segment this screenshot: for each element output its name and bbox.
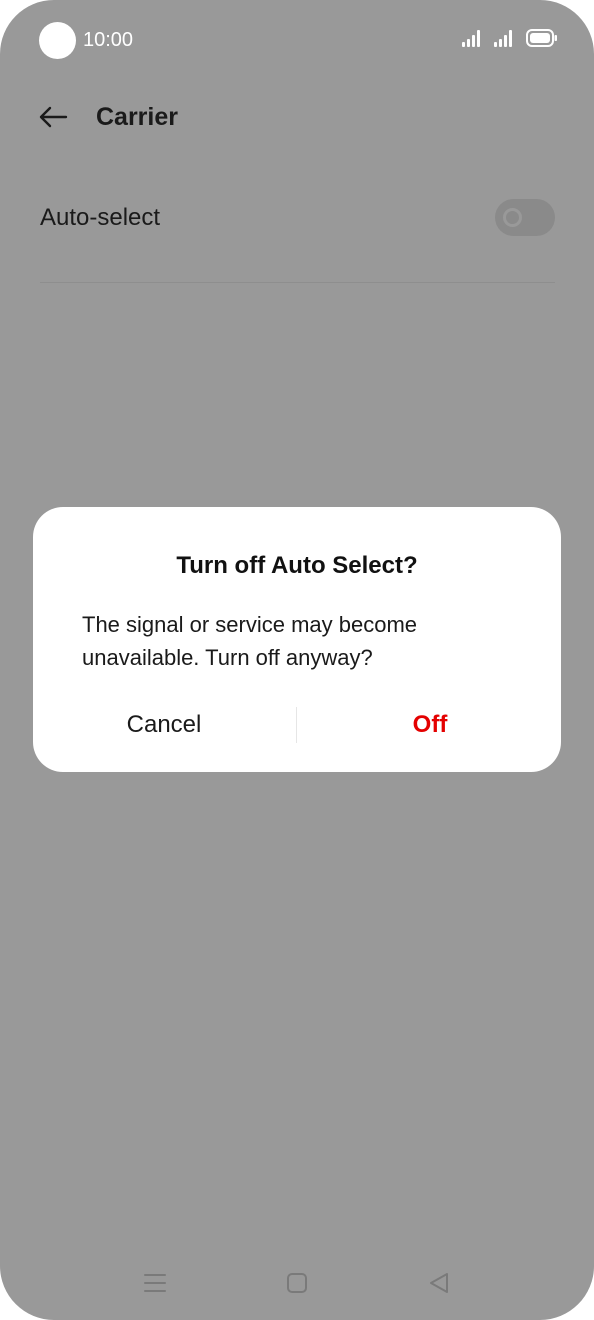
- turn-off-dialog: Turn off Auto Select? The signal or serv…: [33, 507, 561, 772]
- dialog-title: Turn off Auto Select?: [176, 552, 418, 579]
- row-divider: [40, 282, 555, 283]
- menu-icon[interactable]: [142, 1270, 168, 1296]
- auto-select-toggle[interactable]: [495, 199, 555, 236]
- phone-screen: 10:00 Carrier Auto-select Turn off Auto …: [0, 0, 594, 1320]
- battery-icon: [526, 28, 558, 52]
- signal-icon: [494, 29, 516, 52]
- camera-cutout: [39, 22, 76, 59]
- home-icon[interactable]: [284, 1270, 310, 1296]
- page-title: Carrier: [96, 103, 178, 131]
- status-time: 10:00: [83, 29, 134, 51]
- cancel-button[interactable]: Cancel: [53, 707, 275, 743]
- back-icon[interactable]: [426, 1270, 452, 1296]
- auto-select-label: Auto-select: [40, 204, 161, 231]
- dialog-message: The signal or service may become unavail…: [82, 612, 418, 670]
- toggle-knob: [503, 208, 522, 227]
- button-separator: [296, 707, 297, 743]
- back-arrow-icon[interactable]: [36, 100, 70, 134]
- off-button[interactable]: Off: [319, 707, 541, 743]
- signal-icon: [462, 29, 484, 52]
- status-icons: [462, 28, 558, 52]
